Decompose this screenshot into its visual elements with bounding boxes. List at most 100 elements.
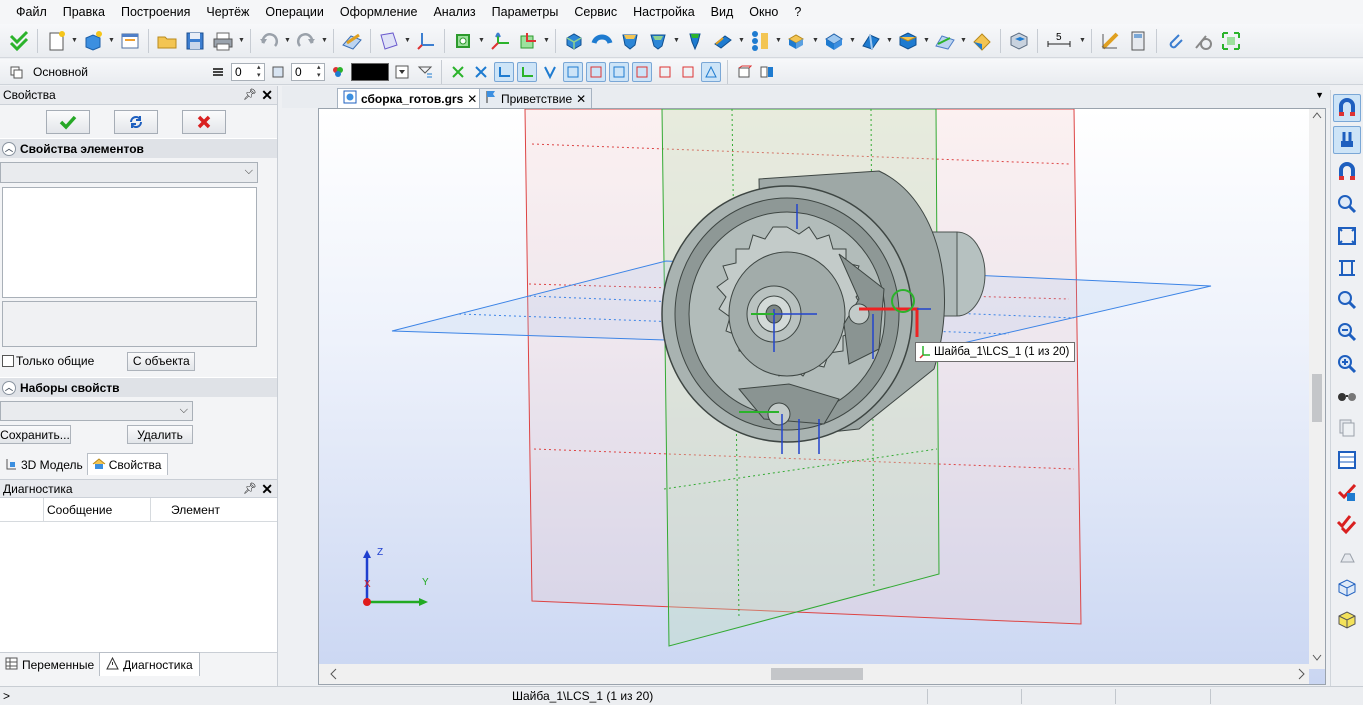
- measure-icon[interactable]: [1097, 28, 1123, 54]
- chevron-down-icon[interactable]: ▼: [321, 28, 328, 54]
- menu-construct[interactable]: Построения: [113, 0, 198, 24]
- loft-icon[interactable]: [682, 28, 708, 54]
- zoom-in-icon[interactable]: [1333, 286, 1361, 314]
- magnet-snap-icon[interactable]: [1333, 94, 1361, 122]
- frame-icon[interactable]: [1218, 28, 1244, 54]
- save-set-button[interactable]: Сохранить...: [0, 425, 71, 444]
- boolean-icon[interactable]: [784, 28, 810, 54]
- chevron-down-icon[interactable]: ▼: [923, 28, 930, 54]
- view-cube-icon[interactable]: [1333, 574, 1361, 602]
- refresh-button[interactable]: [114, 109, 158, 134]
- array-icon[interactable]: [747, 28, 773, 54]
- sheet-metal-icon[interactable]: [969, 28, 995, 54]
- 3d-viewport[interactable]: Z Y X Шайба_1\LCS_1 (1 из 20): [318, 108, 1326, 685]
- pin-icon[interactable]: 📌︎: [243, 480, 257, 498]
- snap-filter-icon[interactable]: [471, 62, 491, 82]
- menu-drawing[interactable]: Чертёж: [198, 0, 257, 24]
- tab-diagnostics[interactable]: Диагностика: [99, 652, 200, 676]
- window-layout-icon[interactable]: [117, 28, 143, 54]
- delete-set-button[interactable]: Удалить: [127, 425, 193, 444]
- diagnostics-list[interactable]: [0, 522, 277, 652]
- element-properties-section[interactable]: ︿ Свойства элементов: [0, 138, 277, 158]
- column-element[interactable]: Элемент: [151, 498, 277, 521]
- magnet-tool-icon[interactable]: [1333, 126, 1361, 154]
- snap-box-7-icon[interactable]: [701, 61, 721, 82]
- body-icon[interactable]: [895, 28, 921, 54]
- chevron-down-icon[interactable]: ▼: [738, 28, 745, 54]
- close-icon[interactable]: ✕: [576, 92, 586, 106]
- chevron-down-icon[interactable]: ▼: [108, 28, 115, 54]
- axis-icon[interactable]: [413, 28, 439, 54]
- pin-icon[interactable]: 📌︎: [243, 86, 257, 104]
- chevron-down-icon[interactable]: ▼: [775, 28, 782, 54]
- workplane-icon[interactable]: [376, 28, 402, 54]
- calculator-icon[interactable]: [1125, 28, 1151, 54]
- menu-file[interactable]: Файл: [8, 0, 55, 24]
- snap-toggle-1-icon[interactable]: [494, 61, 514, 82]
- shaded-cube-icon[interactable]: [1333, 606, 1361, 634]
- zoom-window-icon[interactable]: [1333, 254, 1361, 282]
- snap-box-1-icon[interactable]: [563, 61, 583, 82]
- zoom-icon[interactable]: [1333, 190, 1361, 218]
- snap-box-5-icon[interactable]: [655, 62, 675, 82]
- menu-view[interactable]: Вид: [703, 0, 742, 24]
- menu-operations[interactable]: Операции: [257, 0, 331, 24]
- sweep-icon[interactable]: [645, 28, 671, 54]
- close-icon[interactable]: ✕: [261, 480, 273, 498]
- copy-view-icon[interactable]: [1333, 414, 1361, 442]
- surface-icon[interactable]: [932, 28, 958, 54]
- collapse-icon[interactable]: ︿: [2, 380, 16, 395]
- chevron-down-icon[interactable]: ▼: [1079, 28, 1086, 54]
- lcs-icon[interactable]: [487, 28, 513, 54]
- properties-list[interactable]: [2, 187, 257, 298]
- layer-value-1[interactable]: 0: [231, 62, 265, 81]
- snap-box-4-icon[interactable]: [632, 61, 652, 82]
- chevron-down-icon[interactable]: ▼: [478, 28, 485, 54]
- snap-icon[interactable]: [448, 62, 468, 82]
- column-status[interactable]: [0, 498, 44, 521]
- sketch-plane-icon[interactable]: [339, 28, 365, 54]
- tab-welcome[interactable]: Приветствие ✕: [479, 88, 593, 108]
- new-document-icon[interactable]: [43, 28, 69, 54]
- link-gear-icon[interactable]: [1190, 28, 1216, 54]
- color-palette-icon[interactable]: [328, 62, 348, 82]
- snap-toggle-3-icon[interactable]: [540, 62, 560, 82]
- filter-icon[interactable]: [392, 62, 412, 82]
- column-message[interactable]: Сообщение: [44, 498, 151, 521]
- point-icon[interactable]: [450, 28, 476, 54]
- check-multiple-icon[interactable]: [1333, 510, 1361, 538]
- menu-service[interactable]: Сервис: [566, 0, 625, 24]
- snap-box-3-icon[interactable]: [609, 61, 629, 82]
- color-swatch[interactable]: [351, 62, 389, 81]
- confirm-double-check-icon[interactable]: [6, 28, 32, 54]
- zoom-previous-icon[interactable]: [1333, 350, 1361, 378]
- element-type-select[interactable]: ⌵: [0, 162, 258, 183]
- layers-icon[interactable]: [6, 62, 26, 82]
- tab-assembly-document[interactable]: сборка_готов.grs ✕: [337, 88, 484, 108]
- property-sets-section[interactable]: ︿ Наборы свойств: [0, 377, 277, 397]
- window-view-icon[interactable]: [1333, 446, 1361, 474]
- tab-3d-model[interactable]: 3D Модель: [0, 455, 87, 475]
- new-3d-document-icon[interactable]: [80, 28, 106, 54]
- attach-icon[interactable]: [1162, 28, 1188, 54]
- stack-icon[interactable]: [208, 62, 228, 82]
- tab-properties[interactable]: Свойства: [86, 453, 169, 475]
- check-icon[interactable]: [1333, 478, 1361, 506]
- menu-settings[interactable]: Настройка: [625, 0, 703, 24]
- chevron-down-icon[interactable]: ▼: [543, 28, 550, 54]
- magnet-red-icon[interactable]: [1333, 158, 1361, 186]
- ok-button[interactable]: [46, 109, 90, 134]
- snap-toggle-2-icon[interactable]: [517, 61, 537, 82]
- chevron-down-icon[interactable]: ▼: [673, 28, 680, 54]
- layer-name[interactable]: Основной: [29, 65, 205, 79]
- menu-help[interactable]: ?: [786, 0, 809, 24]
- menu-formatting[interactable]: Оформление: [332, 0, 426, 24]
- shell-icon[interactable]: [617, 28, 643, 54]
- chevron-down-icon[interactable]: ▼: [886, 28, 893, 54]
- tab-list-dropdown-icon[interactable]: ▼: [1315, 90, 1324, 100]
- tab-variables[interactable]: Переменные: [0, 654, 99, 676]
- rotate-icon[interactable]: [589, 28, 615, 54]
- menu-window[interactable]: Окно: [741, 0, 786, 24]
- save-icon[interactable]: [182, 28, 208, 54]
- filter-list-icon[interactable]: [415, 62, 435, 82]
